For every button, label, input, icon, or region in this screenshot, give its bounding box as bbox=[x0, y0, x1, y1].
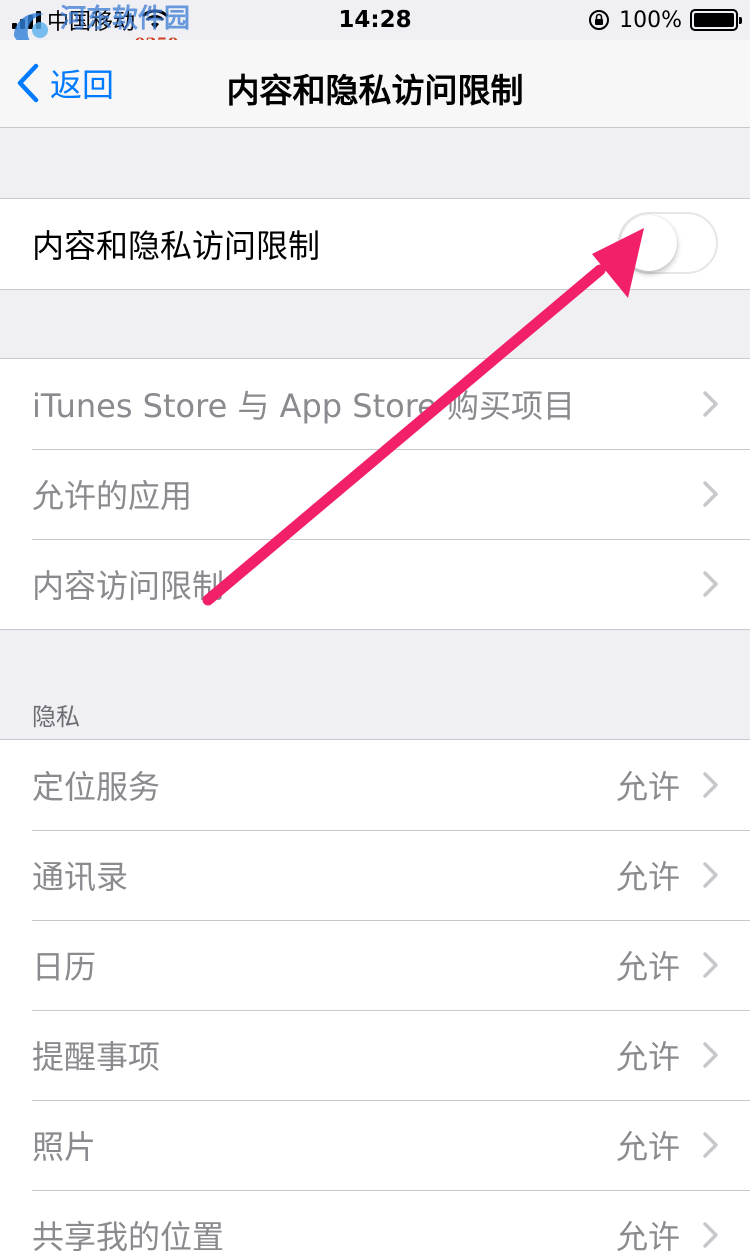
privacy-item-value: 允许 bbox=[615, 858, 680, 896]
privacy-item-label: 通讯录 bbox=[32, 858, 129, 896]
battery-percent: 100% bbox=[619, 7, 682, 33]
privacy-item-label: 照片 bbox=[32, 1128, 97, 1166]
chevron-right-icon bbox=[703, 772, 718, 798]
nav-bar: 返回 内容和隐私访问限制 bbox=[0, 40, 750, 128]
master-toggle-group: 内容和隐私访问限制 bbox=[0, 198, 750, 290]
restriction-label: iTunes Store 与 App Store 购买项目 bbox=[32, 387, 576, 425]
restriction-label: 允许的应用 bbox=[32, 477, 193, 515]
privacy-item-label: 共享我的位置 bbox=[32, 1218, 225, 1256]
chevron-right-icon bbox=[703, 1042, 718, 1068]
privacy-row-share-location[interactable]: 共享我的位置 允许 bbox=[0, 1190, 750, 1258]
privacy-group: 定位服务 允许 通讯录 允许 日历 允许 提醒事项 允许 照片 允许 共享我的位… bbox=[0, 739, 750, 1258]
privacy-row-photos[interactable]: 照片 允许 bbox=[0, 1100, 750, 1190]
privacy-item-label: 提醒事项 bbox=[32, 1038, 161, 1076]
chevron-right-icon bbox=[703, 571, 718, 597]
watermark-title: 河东软件园 bbox=[60, 4, 191, 34]
master-toggle-row: 内容和隐私访问限制 bbox=[0, 199, 750, 289]
privacy-row-location[interactable]: 定位服务 允许 bbox=[0, 740, 750, 830]
privacy-item-label: 日历 bbox=[32, 948, 97, 986]
privacy-row-calendar[interactable]: 日历 允许 bbox=[0, 920, 750, 1010]
toggle-knob bbox=[621, 215, 677, 271]
chevron-right-icon bbox=[703, 862, 718, 888]
privacy-row-contacts[interactable]: 通讯录 允许 bbox=[0, 830, 750, 920]
rotation-lock-icon bbox=[589, 10, 610, 30]
privacy-row-reminders[interactable]: 提醒事项 允许 bbox=[0, 1010, 750, 1100]
chevron-right-icon bbox=[703, 1132, 718, 1158]
restriction-label: 内容访问限制 bbox=[32, 567, 225, 605]
privacy-item-value: 允许 bbox=[615, 768, 680, 806]
privacy-item-label: 定位服务 bbox=[32, 768, 161, 806]
privacy-item-value: 允许 bbox=[615, 1218, 680, 1256]
chevron-right-icon bbox=[703, 391, 718, 417]
battery-icon bbox=[690, 9, 742, 31]
restriction-row-purchases[interactable]: iTunes Store 与 App Store 购买项目 bbox=[0, 359, 750, 449]
privacy-item-value: 允许 bbox=[615, 948, 680, 986]
restrictions-toggle[interactable] bbox=[618, 212, 718, 274]
status-right: 100% bbox=[587, 7, 742, 33]
restriction-row-content[interactable]: 内容访问限制 bbox=[0, 539, 750, 629]
privacy-section-header: 隐私 bbox=[32, 703, 80, 731]
restrictions-group: iTunes Store 与 App Store 购买项目 允许的应用 内容访问… bbox=[0, 358, 750, 630]
privacy-item-value: 允许 bbox=[615, 1038, 680, 1076]
privacy-item-value: 允许 bbox=[615, 1128, 680, 1166]
chevron-right-icon bbox=[703, 1222, 718, 1248]
master-toggle-label: 内容和隐私访问限制 bbox=[32, 227, 321, 265]
page-title: 内容和隐私访问限制 bbox=[226, 71, 524, 110]
chevron-right-icon bbox=[703, 481, 718, 507]
restriction-row-allowed-apps[interactable]: 允许的应用 bbox=[0, 449, 750, 539]
chevron-right-icon bbox=[703, 952, 718, 978]
